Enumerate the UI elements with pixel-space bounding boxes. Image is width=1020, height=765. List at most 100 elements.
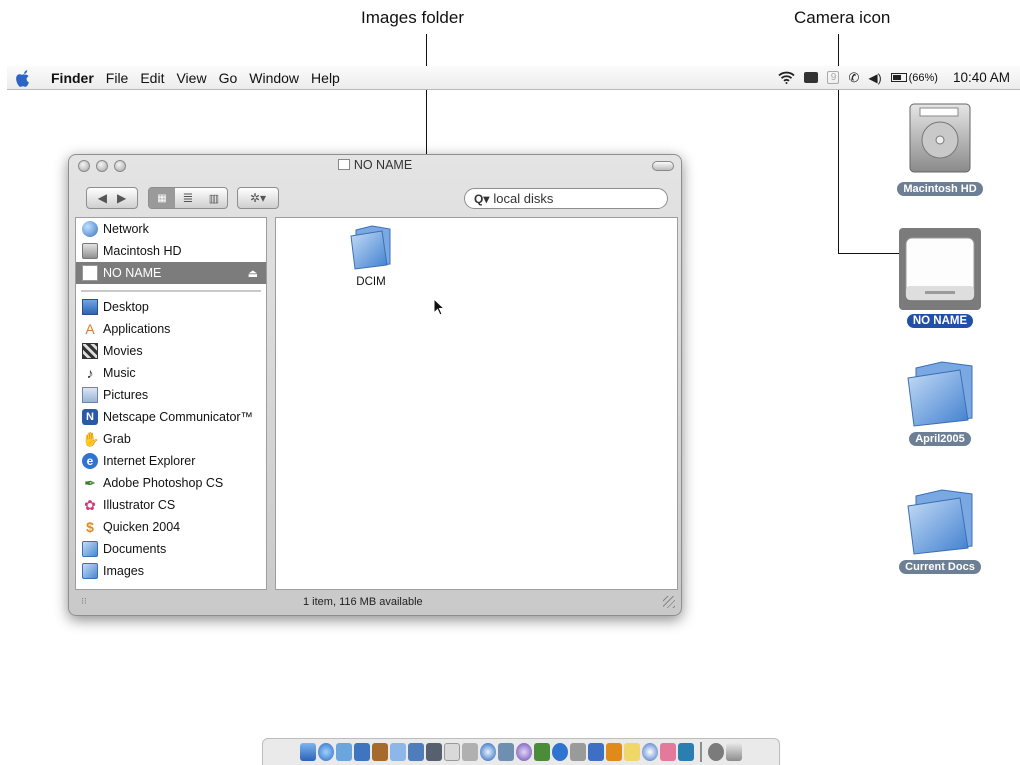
view-buttons: ▦ ≣ ▥: [148, 187, 228, 209]
sidebar-item-illustrator[interactable]: ✿ Illustrator CS: [76, 494, 266, 516]
sidebar-item-applications[interactable]: A Applications: [76, 318, 266, 340]
menu-window[interactable]: Window: [243, 70, 305, 86]
window-titlebar[interactable]: NO NAME: [69, 155, 681, 177]
menu-edit[interactable]: Edit: [134, 70, 170, 86]
system-dock-icon[interactable]: [708, 743, 724, 761]
illustrator-dock-icon[interactable]: [660, 743, 676, 761]
music-note-icon: ♪: [86, 365, 94, 381]
menu-view[interactable]: View: [170, 70, 212, 86]
photoshop-dock-icon[interactable]: [534, 743, 550, 761]
sidebar-item-documents[interactable]: Documents: [76, 538, 266, 560]
menu-help[interactable]: Help: [305, 70, 346, 86]
list-view-button[interactable]: ≣: [175, 190, 201, 206]
back-arrow-icon[interactable]: ◀: [98, 191, 107, 205]
desktop-icon-no-name[interactable]: NO NAME: [892, 228, 988, 328]
dvd-dock-icon[interactable]: [516, 743, 532, 761]
menu-go[interactable]: Go: [213, 70, 244, 86]
globe-icon: [82, 221, 98, 237]
sidebar-item-quicken[interactable]: $ Quicken 2004: [76, 516, 266, 538]
battery-icon[interactable]: (66%): [890, 71, 938, 84]
itunes-dock-icon[interactable]: [390, 743, 406, 761]
phone-icon[interactable]: ✆: [848, 70, 859, 86]
word-dock-icon[interactable]: [588, 743, 604, 761]
volume-icon[interactable]: ◀): [868, 71, 881, 85]
pictures-icon: [82, 387, 98, 403]
window-statusbar: ⁝⁝ 1 item, 116 MB available: [69, 593, 681, 613]
action-button[interactable]: ✲▾: [237, 187, 279, 209]
menu-clock[interactable]: 10:40 AM: [953, 70, 1010, 85]
finder-dock-icon[interactable]: [300, 743, 316, 761]
battery-percent: (66%): [908, 71, 938, 84]
sidebar-item-photoshop[interactable]: ✒ Adobe Photoshop CS: [76, 472, 266, 494]
search-icon: Q▾: [474, 191, 490, 206]
applications-icon: A: [85, 321, 95, 337]
desktop-icon-april2005[interactable]: April2005: [892, 358, 988, 446]
clock-dock-icon[interactable]: [642, 743, 658, 761]
resize-grip-icon[interactable]: [663, 596, 675, 608]
quicktime-dock-icon[interactable]: [480, 743, 496, 761]
finder-sidebar: Network Macintosh HD NO NAME ⏏ Desktop A…: [75, 217, 267, 590]
network-dock-icon[interactable]: [318, 743, 334, 761]
ical-dock-icon[interactable]: [444, 743, 460, 761]
preview-dock-icon[interactable]: [498, 743, 514, 761]
back-forward-buttons[interactable]: ◀ ▶: [86, 187, 138, 209]
mail-dock-icon[interactable]: [354, 743, 370, 761]
column-view-button[interactable]: ▥: [201, 192, 227, 205]
window-title: NO NAME: [69, 158, 681, 172]
window-toolbar: ◀ ▶ ▦ ≣ ▥ ✲▾ Q▾ local disks: [69, 183, 681, 215]
sidebar-item-internet-explorer[interactable]: e Internet Explorer: [76, 450, 266, 472]
grab-hand-dock-icon[interactable]: [570, 743, 586, 761]
notes-dock-icon[interactable]: [624, 743, 640, 761]
sidebar-item-label: Images: [103, 564, 144, 578]
desktop-icon-label: Macintosh HD: [897, 182, 983, 196]
file-item-label: DCIM: [356, 276, 386, 288]
status-text: 1 item, 116 MB available: [303, 596, 423, 608]
chat-dock-icon[interactable]: [336, 743, 352, 761]
sidebar-item-music[interactable]: ♪ Music: [76, 362, 266, 384]
internet-explorer-icon: e: [82, 453, 98, 469]
finder-window: NO NAME ◀ ▶ ▦ ≣ ▥ ✲▾ Q▾ local disks Netwo…: [68, 154, 682, 616]
menu-bar: Finder File Edit View Go Window Help 9 ✆…: [7, 66, 1020, 90]
desktop-icon-current-docs[interactable]: Current Docs: [892, 486, 988, 574]
wifi-icon[interactable]: [778, 71, 796, 84]
file-item-dcim[interactable]: DCIM: [336, 224, 406, 288]
sidebar-item-netscape[interactable]: N Netscape Communicator™: [76, 406, 266, 428]
grab-dock-icon[interactable]: [462, 743, 478, 761]
folder-icon: [82, 563, 98, 579]
quicken-dock-icon[interactable]: [606, 743, 622, 761]
icon-view-button[interactable]: ▦: [149, 188, 175, 208]
sidebar-item-no-name[interactable]: NO NAME ⏏: [76, 262, 266, 284]
sidebar-item-pictures[interactable]: Pictures: [76, 384, 266, 406]
sidebar-item-label: Desktop: [103, 300, 149, 314]
sidebar-item-label: Pictures: [103, 388, 149, 402]
grab-icon: ✋: [82, 431, 100, 447]
internet-explorer-dock-icon[interactable]: [552, 743, 568, 761]
sidebar-item-desktop[interactable]: Desktop: [76, 296, 266, 318]
toolbar-toggle-button[interactable]: [652, 161, 674, 171]
forward-arrow-icon[interactable]: ▶: [117, 191, 126, 205]
imovie-dock-icon[interactable]: [426, 743, 442, 761]
eject-icon[interactable]: ⏏: [248, 267, 258, 280]
quicken-icon: $: [86, 519, 94, 535]
sidebar-item-images[interactable]: Images: [76, 560, 266, 582]
apple-menu-icon[interactable]: [7, 69, 41, 87]
addressbook-dock-icon[interactable]: [372, 743, 388, 761]
sidebar-item-macintosh-hd[interactable]: Macintosh HD: [76, 240, 266, 262]
iphoto-dock-icon[interactable]: [408, 743, 424, 761]
trash-icon[interactable]: [726, 743, 742, 761]
display-icon[interactable]: [804, 72, 819, 83]
sidebar-item-label: Movies: [103, 344, 143, 358]
sidebar-item-network[interactable]: Network: [76, 218, 266, 240]
clapboard-icon: [82, 343, 98, 359]
desktop-icon-macintosh-hd[interactable]: Macintosh HD: [892, 100, 988, 196]
desktop-icon-label: April2005: [909, 432, 971, 446]
sidebar-item-movies[interactable]: Movies: [76, 340, 266, 362]
menu-file[interactable]: File: [100, 70, 135, 86]
search-field[interactable]: Q▾ local disks: [464, 188, 668, 209]
sidebar-item-label: Applications: [103, 322, 171, 336]
menu-finder[interactable]: Finder: [41, 70, 100, 86]
pen-dock-icon[interactable]: [678, 743, 694, 761]
dock-separator: [700, 742, 702, 762]
sidebar-item-grab[interactable]: ✋ Grab: [76, 428, 266, 450]
sync-icon[interactable]: 9: [827, 71, 840, 84]
